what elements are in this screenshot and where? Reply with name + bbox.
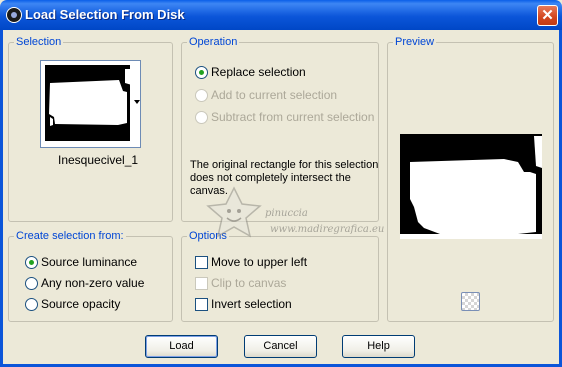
preview-image bbox=[400, 134, 542, 239]
preview-toggle-icon[interactable] bbox=[461, 292, 480, 311]
window-frame-left bbox=[0, 30, 3, 367]
load-button[interactable]: Load bbox=[145, 335, 218, 358]
source-opacity-label[interactable]: Source opacity bbox=[41, 297, 120, 311]
source-luminance-label[interactable]: Source luminance bbox=[41, 255, 137, 269]
create-selection-from-title: Create selection from: bbox=[14, 230, 126, 242]
intersection-message-line2: does not completely intersect the bbox=[190, 172, 351, 184]
close-button[interactable]: ✕ bbox=[537, 5, 558, 26]
preview-group-title: Preview bbox=[393, 36, 437, 48]
cancel-button[interactable]: Cancel bbox=[244, 335, 317, 358]
intersection-message-line1: The original rectangle for this selectio… bbox=[190, 159, 379, 171]
title-bar[interactable]: Load Selection From Disk ✕ bbox=[0, 0, 562, 30]
clip-to-canvas-checkbox[interactable] bbox=[195, 277, 208, 290]
add-to-current-selection-radio[interactable] bbox=[195, 89, 208, 102]
selection-thumbnail-dropdown[interactable] bbox=[40, 60, 141, 148]
app-icon bbox=[6, 7, 22, 23]
selection-thumbnail-image bbox=[41, 61, 140, 147]
replace-selection-radio[interactable] bbox=[195, 66, 208, 79]
source-opacity-radio[interactable] bbox=[25, 298, 38, 311]
move-to-upper-left-label[interactable]: Move to upper left bbox=[211, 255, 307, 269]
help-button[interactable]: Help bbox=[342, 335, 415, 358]
any-non-zero-value-radio[interactable] bbox=[25, 277, 38, 290]
subtract-from-current-selection-radio[interactable] bbox=[195, 111, 208, 124]
selection-name-label: Inesquecivel_1 bbox=[58, 153, 139, 167]
source-luminance-radio[interactable] bbox=[25, 256, 38, 269]
subtract-from-current-selection-label[interactable]: Subtract from current selection bbox=[211, 110, 374, 124]
invert-selection-label[interactable]: Invert selection bbox=[211, 297, 292, 311]
invert-selection-checkbox[interactable] bbox=[195, 298, 208, 311]
add-to-current-selection-label[interactable]: Add to current selection bbox=[211, 88, 337, 102]
move-to-upper-left-checkbox[interactable] bbox=[195, 256, 208, 269]
clip-to-canvas-label[interactable]: Clip to canvas bbox=[211, 276, 286, 290]
selection-group-title: Selection bbox=[14, 36, 64, 48]
any-non-zero-value-label[interactable]: Any non-zero value bbox=[41, 276, 144, 290]
dropdown-arrow-icon bbox=[134, 100, 140, 104]
watermark-url: www.madiregrafica.eu bbox=[270, 224, 385, 235]
intersection-message-line3: canvas. bbox=[190, 185, 228, 197]
window-title: Load Selection From Disk bbox=[25, 7, 185, 22]
close-icon: ✕ bbox=[541, 7, 554, 24]
replace-selection-label[interactable]: Replace selection bbox=[211, 65, 306, 79]
operation-group-title: Operation bbox=[187, 36, 240, 48]
options-group-title: Options bbox=[187, 230, 229, 242]
